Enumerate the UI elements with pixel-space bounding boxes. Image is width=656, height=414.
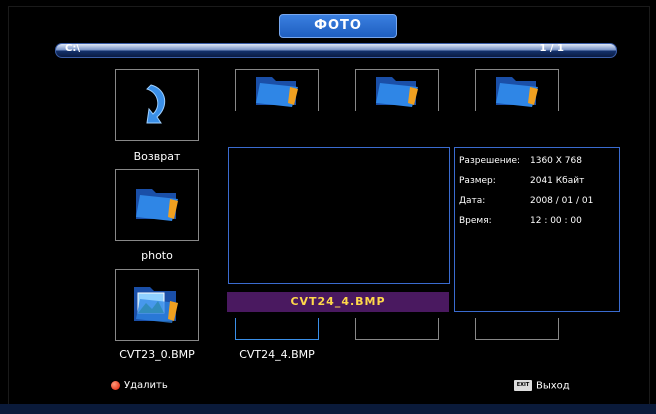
image-file-tile[interactable] — [115, 269, 199, 341]
exit-hint[interactable]: EXIT Выход — [514, 380, 570, 392]
delete-label: Удалить — [124, 380, 168, 391]
folder-tile[interactable] — [235, 69, 319, 111]
folder-icon — [256, 76, 298, 107]
file-info-panel: Разрешение: 1360 X 768 Размер: 2041 Кбай… — [454, 147, 620, 312]
bottom-strip — [0, 404, 656, 414]
size-label: Размер: — [459, 176, 496, 186]
folder-tile[interactable] — [355, 69, 439, 111]
date-value: 2008 / 01 / 01 — [530, 196, 594, 206]
path-bar: C:\ 1 / 1 — [55, 43, 617, 58]
return-arrow-icon — [146, 84, 166, 124]
time-label: Время: — [459, 216, 492, 226]
preview-pane — [228, 147, 450, 284]
image-folder-icon — [134, 287, 178, 323]
folder-tile[interactable] — [475, 69, 559, 111]
empty-tile — [355, 318, 439, 340]
red-button-icon — [111, 380, 120, 390]
folder-icon — [496, 76, 538, 107]
folder-icon — [136, 189, 178, 221]
return-tile[interactable] — [115, 69, 199, 141]
resolution-label: Разрешение: — [459, 156, 521, 166]
preview-filename: CVT24_4.BMP — [227, 292, 449, 312]
folder-icon — [376, 76, 418, 107]
photo-folder-label: photo — [141, 249, 173, 262]
delete-hint[interactable]: Удалить — [111, 380, 168, 391]
time-value: 12 : 00 : 00 — [530, 216, 582, 226]
exit-key-icon: EXIT — [514, 380, 532, 391]
image-file-label: CVT23_0.BMP — [119, 348, 195, 361]
current-path: C:\ — [65, 43, 80, 54]
size-value: 2041 Кбайт — [530, 176, 585, 186]
page-title: ФОТО — [279, 14, 397, 38]
return-label: Возврат — [133, 150, 181, 163]
exit-label: Выход — [536, 380, 570, 392]
selected-file-label: CVT24_4.BMP — [239, 348, 315, 361]
selected-file-tile[interactable] — [235, 318, 319, 340]
photo-folder-tile[interactable] — [115, 169, 199, 241]
page-indicator: 1 / 1 — [539, 43, 564, 54]
empty-tile — [475, 318, 559, 340]
date-label: Дата: — [459, 196, 486, 206]
resolution-value: 1360 X 768 — [530, 156, 582, 166]
